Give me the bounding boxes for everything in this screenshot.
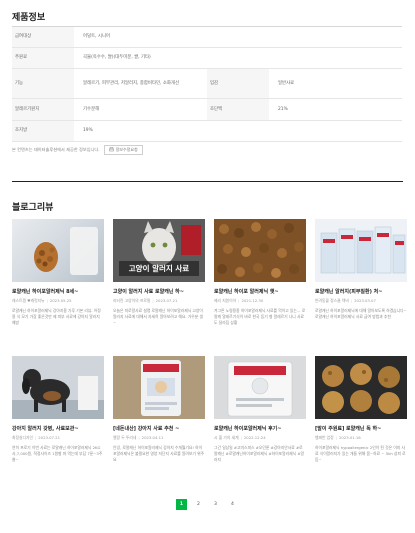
blog-card-date: 2023.05.25	[49, 298, 72, 303]
blog-card-title[interactable]: 로얄캐닌 하이포알러제닉 후기~	[214, 425, 306, 432]
blog-card-date: 2023.01.16	[338, 435, 361, 440]
product-info-title: 제품정보	[12, 13, 46, 23]
blog-card-excerpt: 로얄캐닌 하이포알러제닉 강아지용 가루 기본 리뷰. 어정용 식 모기 가장 …	[12, 308, 101, 325]
section-divider	[12, 181, 403, 182]
spec-value: 19%	[74, 120, 402, 142]
blog-card[interactable]: 로얄캐닌 알러지(피부질환) 처~ 반려동물 정스쿨 텍비 | 2023.03.07…	[315, 219, 407, 326]
spec-row: 조지방 19%	[12, 120, 402, 142]
blog-card-excerpt: 오늘은 미로알사료 설명 로얄캐닌 하이포알러제닉 고양이 알러지 사료에 대해…	[113, 308, 203, 325]
blog-card-author: 시 풀 가의 세계	[214, 435, 239, 440]
spec-row: 급여대상 어덜트, 시니어	[12, 26, 402, 48]
notice-source: 데이터솔루션	[33, 147, 58, 152]
blog-card-author: 리터린 고양이의 프로필	[113, 298, 151, 303]
blog-card-excerpt: 겨그른 노령용종 하이포알러제닉 사료를 먹이고 있는... 로얄캐 알레르기식…	[214, 308, 306, 325]
page-2-button[interactable]: 2	[193, 499, 204, 510]
spec-value: 곡물(옥수수, 쌀)(대두미분, 쌀, 기타)	[74, 47, 402, 69]
blog-card-title[interactable]: 로얄캐닌 하이포알러제닉 8세~	[12, 288, 104, 295]
blog-card[interactable]: 고양이 알러지 사료 고양이 알러지 사료 로얄캐닌 하~ 리터린 고양이의 프…	[113, 219, 205, 326]
blog-card-title[interactable]: 로얄캐닌 알러지(피부질환) 처~	[315, 288, 407, 295]
blog-card-author: 래스트랭 ♥캐럿지뉴	[12, 298, 45, 303]
blog-card-date: 2022.12.24	[243, 435, 266, 440]
blog-card-meta: 최정실디자인 | 2023.07.21	[12, 435, 60, 440]
blog-card-date: 2023.07.21	[38, 435, 60, 440]
blog-thumbnail[interactable]	[315, 219, 407, 282]
blog-card-meta: 멜랑 두 뚜리네 | 2023.04.11	[113, 435, 164, 440]
blog-card[interactable]: 로얄캐닌 하이포알러제닉 8세~ 래스트랭 ♥캐럿지뉴 | 2023.05.25 로…	[12, 219, 104, 326]
blog-thumbnail[interactable]	[113, 356, 205, 419]
blog-card[interactable]: [말이 주원료] 로얄캐닌 독 하~ 햄찌반 업정 | 2023.01.16 하이포…	[315, 356, 407, 463]
blog-card[interactable]: [네돈내산] 강아지 사료 추천 ~ 멜랑 두 뚜리네 | 2023.04.11 안…	[113, 356, 205, 463]
spec-row: 기능 알레르기, 피부관리, 저알러지, 종합비타민, 소화개선 입감 일반사료	[12, 68, 402, 99]
blog-card-title[interactable]: [말이 주원료] 로얄캐닌 독 하~	[315, 425, 407, 432]
page-4-button[interactable]: 4	[227, 499, 238, 510]
print-icon	[108, 147, 114, 153]
report-info-button[interactable]: 정보수정요청	[103, 145, 143, 155]
blog-card-date: 2023.07.21	[155, 298, 178, 303]
page-3-button[interactable]: 3	[210, 499, 221, 510]
blog-card-title[interactable]: 로얄캐닌 하이포 알러제닉 햇~	[214, 288, 306, 295]
blog-review-title: 블로그리뷰	[12, 203, 54, 213]
blog-card-date: 2021.12.30	[241, 298, 264, 303]
product-spec-table: 급여대상 어덜트, 시니어 주원료 곡물(옥수수, 쌀)(대두미분, 쌀, 기타…	[12, 26, 402, 142]
blog-card-author: 반려동물 정스쿨 텍비	[315, 298, 349, 303]
blog-card-meta: 리터린 고양이의 프로필 | 2023.07.21	[113, 298, 178, 303]
blog-card-date: 2023.03.07	[354, 298, 376, 303]
spec-label: 급여대상	[12, 26, 74, 48]
spec-row: 주원료 곡물(옥수수, 쌀)(대두미분, 쌀, 기타)	[12, 47, 402, 69]
blog-card-author: 멜랑 두 뚜리네	[113, 435, 137, 440]
spec-value: 알레르기, 피부관리, 저알러지, 종합비타민, 소화개선	[74, 68, 207, 99]
blog-card-author: 최정실디자인	[12, 435, 33, 440]
blog-thumbnail[interactable]: 고양이 알러지 사료	[113, 219, 205, 282]
page-1-button[interactable]: 1	[176, 499, 187, 510]
spec-label: 조단백	[207, 98, 269, 121]
blog-card[interactable]: 로얄캐닌 하이포알러제닉 후기~ 시 풀 가의 세계 | 2022.12.24 그간…	[214, 356, 306, 463]
blog-card-excerpt: 안녕, 로얄캐닌 하이포알러제닉 강아지 수개월기요! 하이포알러제닉은 불필요…	[113, 445, 205, 462]
blog-card[interactable]: 로얄캐닌 하이포 알러제닉 햇~ 제리 지원이아 | 2021.12.30 겨그른 …	[214, 219, 306, 326]
blog-card-title[interactable]: 강아지 알러지 갖병, 사료보관~	[12, 425, 104, 432]
blog-card-date: 2023.04.11	[141, 435, 164, 440]
blog-card-excerpt: 하이포알러제닉 hypoallergenic 2인이 된 것은 이미 사료 식이…	[315, 445, 406, 462]
blog-thumbnail[interactable]	[214, 219, 306, 282]
blog-card-author: 제리 지원이아	[214, 298, 237, 303]
blog-thumbnail[interactable]	[12, 356, 104, 419]
pagination: 1 2 3 4	[176, 499, 238, 510]
notice-text: 본 컨텐츠는 데이터솔루션에서 제공한 정보입니다.	[12, 147, 100, 152]
spec-label: 주원료	[12, 47, 74, 69]
blog-card-excerpt: 그간 일상일 #고미스피스 #오던룬 #강아지안사료 #로얄캐닌 #로얄캐닌하이…	[214, 445, 305, 462]
blog-card-excerpt: 연히 프로기 이번 사료는 로얄캐닌 하이포알러제닉 2KG 사,7,000원,…	[12, 445, 103, 462]
blog-card-title[interactable]: 고양이 알러지 사료 로얄캐닌 하~	[113, 288, 205, 295]
blog-thumbnail[interactable]	[214, 356, 306, 419]
svg-text:고양이 알러지 사료: 고양이 알러지 사료	[129, 263, 190, 273]
blog-thumbnail[interactable]	[12, 219, 104, 282]
blog-card-author: 햄찌반 업정	[315, 435, 334, 440]
blog-card-meta: 래스트랭 ♥캐럿지뉴 | 2023.05.25	[12, 298, 72, 303]
blog-card-meta: 햄찌반 업정 | 2023.01.16	[315, 435, 361, 440]
spec-label: 조지방	[12, 120, 74, 142]
blog-thumbnail[interactable]	[315, 356, 407, 419]
blog-card-meta: 시 풀 가의 세계 | 2022.12.24	[214, 435, 266, 440]
data-source-notice: 본 컨텐츠는 데이터솔루션에서 제공한 정보입니다. 정보수정요청	[12, 145, 143, 155]
spec-label: 알레르기원지	[12, 98, 74, 121]
spec-value: 어덜트, 시니어	[74, 26, 402, 48]
spec-value: 일반사료	[269, 68, 402, 99]
spec-value: 21%	[269, 98, 402, 121]
blog-card-meta: 제리 지원이아 | 2021.12.30	[214, 298, 264, 303]
spec-label: 입감	[207, 68, 269, 99]
blog-card-excerpt: 로얄캐닌 하이포알러제닉에 대해 알아보도록 하겠습니다~ 로얄캐닌 하이포알러…	[315, 308, 407, 319]
spec-label: 기능	[12, 68, 74, 99]
spec-row: 알레르기원지 기수분해 조단백 21%	[12, 98, 402, 121]
spec-value: 기수분해	[74, 98, 207, 121]
report-info-label: 정보수정요청	[115, 147, 138, 152]
blog-card[interactable]: 강아지 알러지 갖병, 사료보관~ 최정실디자인 | 2023.07.21 연히 프…	[12, 356, 104, 463]
blog-card-title[interactable]: [네돈내산] 강아지 사료 추천 ~	[113, 425, 205, 432]
blog-card-meta: 반려동물 정스쿨 텍비 | 2023.03.07	[315, 298, 376, 303]
